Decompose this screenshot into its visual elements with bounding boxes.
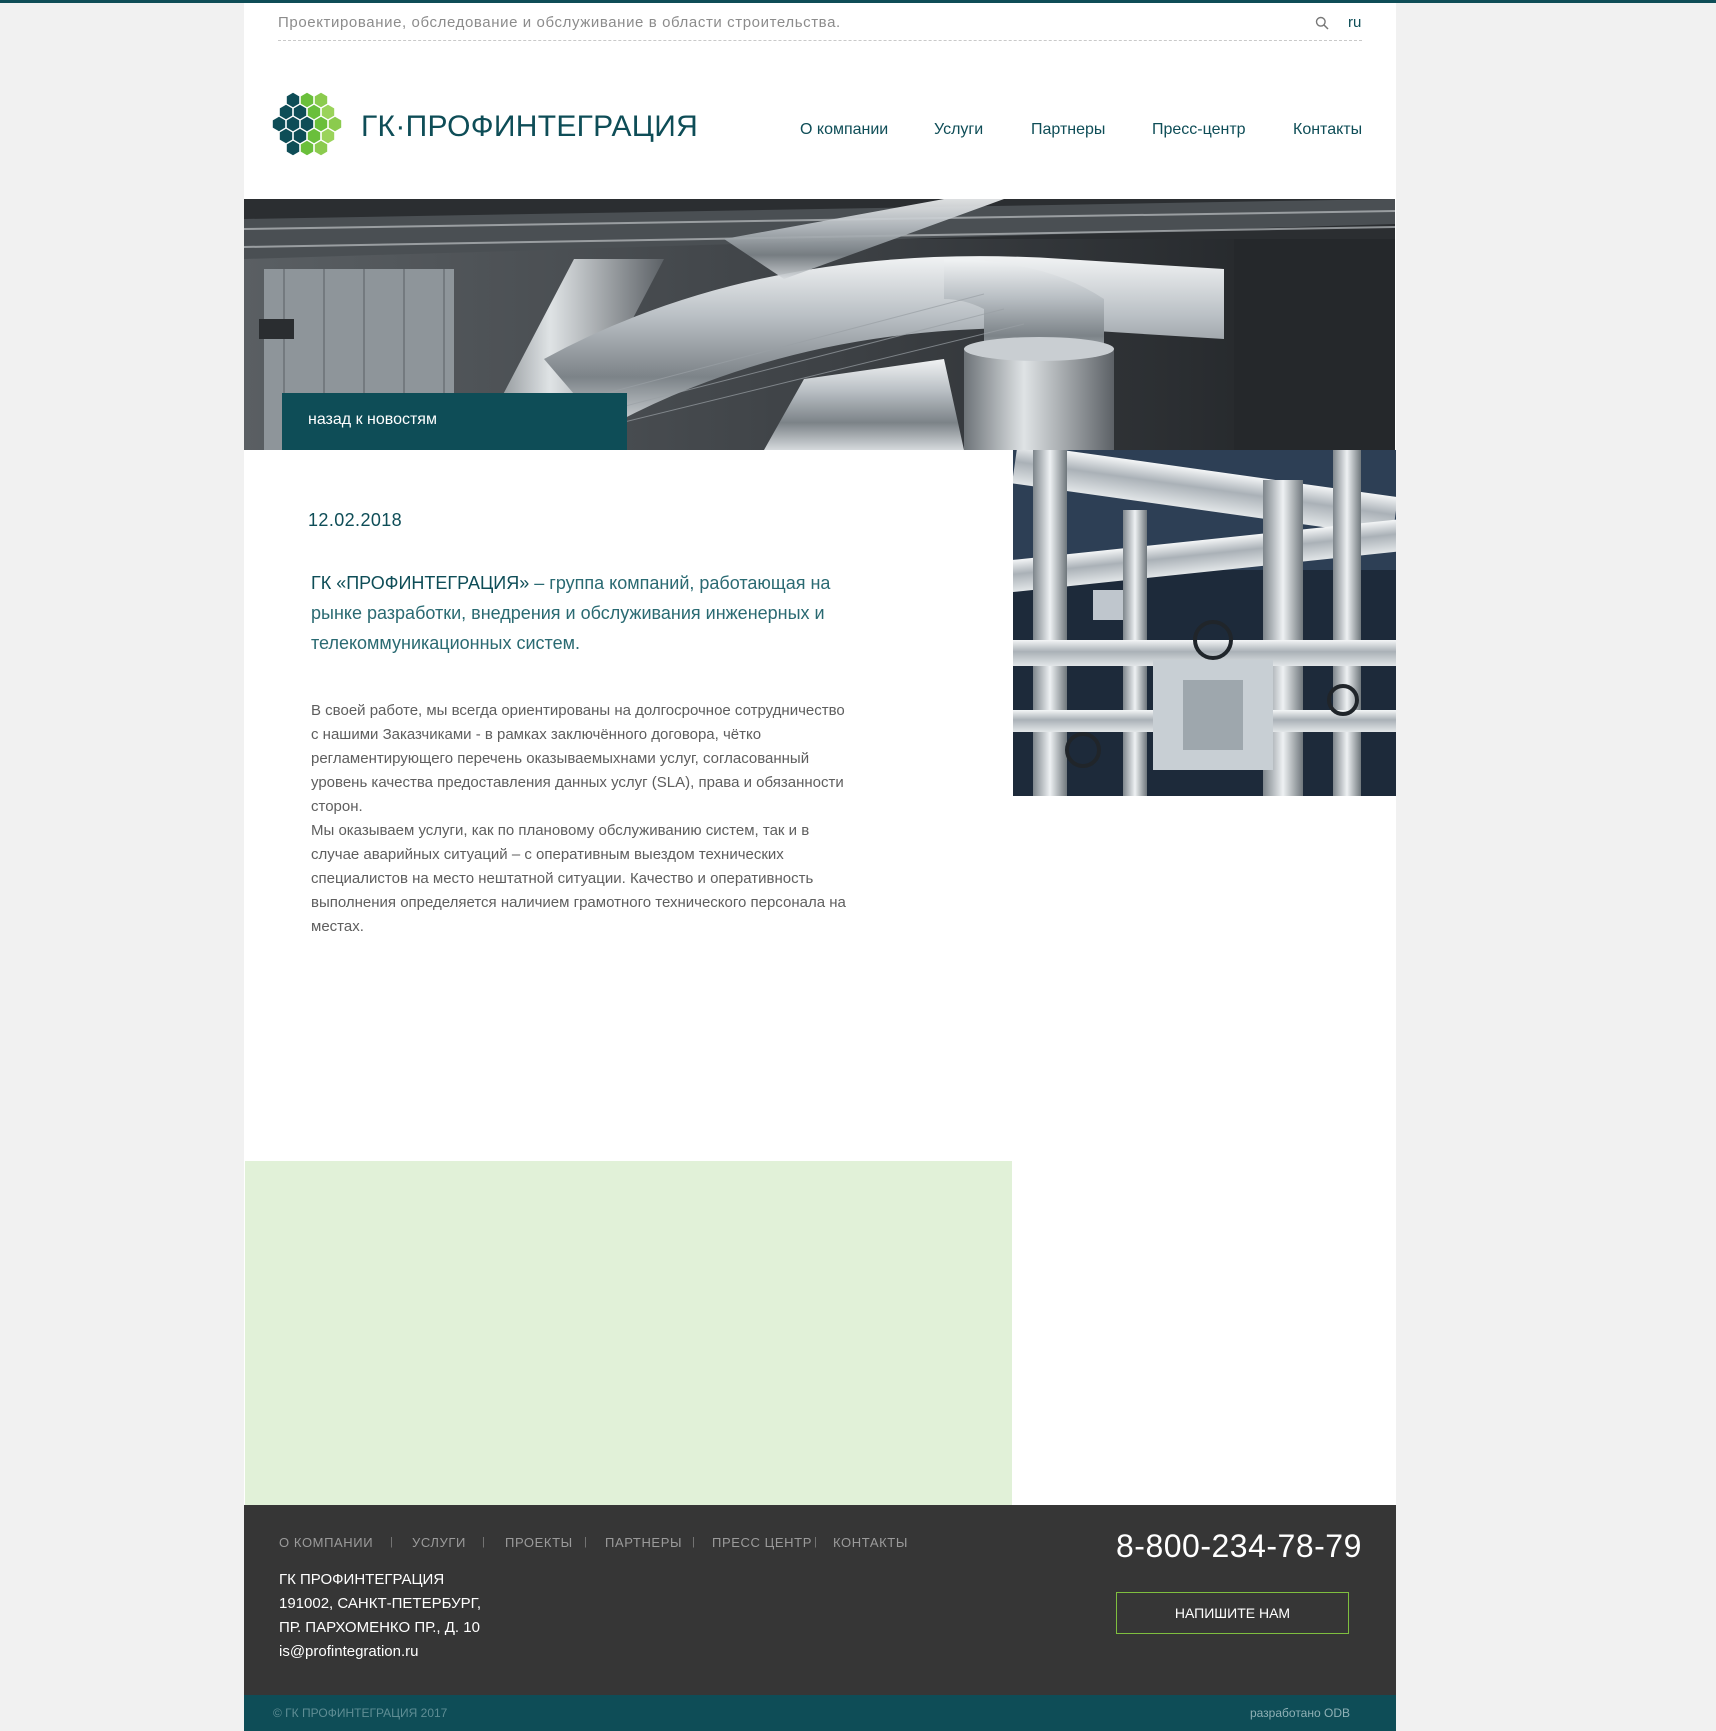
article-side-image — [1013, 450, 1396, 796]
nav-services[interactable]: Услуги — [934, 121, 983, 139]
article-lead: ГК «ПРОФИНТЕГРАЦИЯ» – группа компаний, р… — [311, 568, 871, 658]
nav-about[interactable]: О компании — [800, 121, 888, 139]
footer-nav-services[interactable]: УСЛУГИ — [412, 1535, 466, 1550]
article-paragraph: В своей работе, мы всегда ориентированы … — [311, 702, 845, 815]
footer-phone[interactable]: 8-800-234-78-79 — [1116, 1528, 1362, 1565]
green-placeholder-block — [245, 1161, 1012, 1505]
footer-address: ГК ПРОФИНТЕГРАЦИЯ 191002, САНКТ-ПЕТЕРБУР… — [279, 1568, 481, 1664]
nav-press-center[interactable]: Пресс-центр — [1152, 121, 1246, 139]
back-to-news-button[interactable]: назад к новостям — [282, 393, 627, 450]
page-container: Проектирование, обследование и обслужива… — [244, 3, 1396, 1731]
logo-hexagons-icon — [272, 92, 342, 156]
footer-nav-contacts[interactable]: КОНТАКТЫ — [833, 1535, 908, 1550]
language-switch[interactable]: ru — [1348, 14, 1361, 31]
footer-nav-press-center[interactable]: ПРЕСС ЦЕНТР — [712, 1535, 812, 1550]
article-lead-company: ГК «ПРОФИНТЕГРАЦИЯ» — [311, 573, 530, 593]
footer-nav-about[interactable]: О КОМПАНИИ — [279, 1535, 373, 1550]
footer-nav-separator: | — [692, 1536, 695, 1548]
site-tagline: Проектирование, обследование и обслужива… — [278, 14, 841, 31]
nav-contacts[interactable]: Контакты — [1293, 121, 1362, 139]
footer-nav-separator: | — [814, 1536, 817, 1548]
write-us-button[interactable]: НАПИШИТЕ НАМ — [1116, 1592, 1349, 1634]
footer-nav-separator: | — [390, 1536, 393, 1548]
footer-email-link[interactable]: is@profintegration.ru — [279, 1640, 481, 1664]
copyright: © ГК ПРОФИНТЕГРАЦИЯ 2017 — [273, 1706, 448, 1720]
article-date: 12.02.2018 — [308, 510, 403, 530]
footer-nav-partners[interactable]: ПАРТНЕРЫ — [605, 1535, 682, 1550]
footer: О КОМПАНИИ | УСЛУГИ | ПРОЕКТЫ | ПАРТНЕРЫ… — [244, 1505, 1396, 1695]
nav-partners[interactable]: Партнеры — [1031, 121, 1105, 139]
article-body: В своей работе, мы всегда ориентированы … — [311, 699, 851, 939]
footer-nav-separator: | — [584, 1536, 587, 1548]
site-logo[interactable]: ГК·ПРОФИНТЕГРАЦИЯ — [270, 91, 698, 163]
footer-address-city: 191002, САНКТ-ПЕТЕРБУРГ, — [279, 1595, 482, 1612]
article-paragraph: Мы оказываем услуги, как по плановому об… — [311, 822, 846, 935]
search-icon[interactable] — [1315, 16, 1329, 30]
topbar-divider — [278, 40, 1362, 41]
footer-address-street: ПР. ПАРХОМЕНКО ПР., Д. 10 — [279, 1619, 480, 1636]
footer-nav-separator: | — [482, 1536, 485, 1548]
footer-nav-projects[interactable]: ПРОЕКТЫ — [505, 1535, 573, 1550]
brand-name: ГК·ПРОФИНТЕГРАЦИЯ — [361, 110, 699, 143]
footer-company-name: ГК ПРОФИНТЕГРАЦИЯ — [279, 1571, 445, 1588]
footer-bottom-bar: © ГК ПРОФИНТЕГРАЦИЯ 2017 разработано ODB — [244, 1695, 1396, 1731]
developer-link[interactable]: разработано ODB — [1250, 1706, 1350, 1720]
